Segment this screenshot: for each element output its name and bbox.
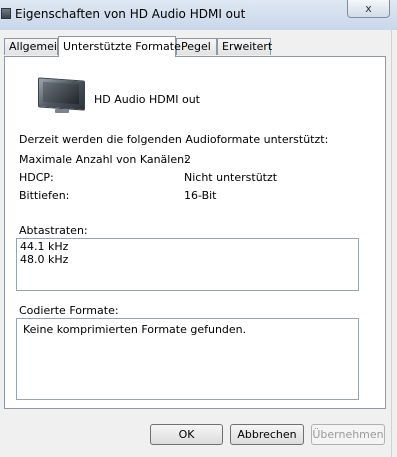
apply-button[interactable]: Übernehmen xyxy=(311,424,385,445)
list-item: 48.0 kHz xyxy=(20,253,69,266)
tab-allgemein[interactable]: Allgemein xyxy=(4,38,64,55)
tab-unterstuetzte-formate[interactable]: Unterstützte Formate xyxy=(58,36,181,57)
tab-panel-formate: HD Audio HDMI out Derzeit werden die fol… xyxy=(4,56,386,409)
encoded-formats-label: Codierte Formate: xyxy=(19,304,119,317)
hdcp-label: HDCP: xyxy=(19,171,54,184)
title-bar: Eigenschaften von HD Audio HDMI out x xyxy=(0,0,397,30)
sample-rates-label: Abtastraten: xyxy=(19,224,88,237)
tab-erweitert[interactable]: Erweitert xyxy=(217,38,273,55)
monitor-icon xyxy=(38,77,85,113)
bitdepth-value: 16-Bit xyxy=(184,189,217,202)
tab-label: Allgemein xyxy=(9,40,64,53)
encoded-formats-box[interactable]: Keine komprimierten Formate gefunden. xyxy=(16,318,359,400)
close-button[interactable]: x xyxy=(347,0,390,18)
hdcp-value: Nicht unterstützt xyxy=(184,171,278,184)
window-system-icon[interactable] xyxy=(1,8,11,19)
cancel-button[interactable]: Abbrechen xyxy=(230,424,304,445)
sample-rates-list[interactable]: 44.1 kHz 48.0 kHz xyxy=(16,238,359,291)
window-title: Eigenschaften von HD Audio HDMI out xyxy=(15,7,246,21)
list-item: 44.1 kHz xyxy=(20,240,69,253)
tab-label: Unterstützte Formate xyxy=(63,40,181,53)
close-icon: x xyxy=(365,2,372,15)
tab-label: Erweitert xyxy=(222,40,273,53)
tab-label: Pegel xyxy=(181,40,211,53)
channels-label: Maximale Anzahl von Kanälen: xyxy=(19,153,188,166)
window-border xyxy=(391,30,392,457)
channels-value: 2 xyxy=(184,153,191,166)
formats-intro: Derzeit werden die folgenden Audioformat… xyxy=(19,133,329,146)
encoded-formats-text: Keine komprimierten Formate gefunden. xyxy=(23,323,247,336)
tab-pegel[interactable]: Pegel xyxy=(176,38,217,55)
ok-button[interactable]: OK xyxy=(150,424,223,445)
bitdepth-label: Bittiefen: xyxy=(19,189,70,202)
device-name: HD Audio HDMI out xyxy=(94,93,200,106)
